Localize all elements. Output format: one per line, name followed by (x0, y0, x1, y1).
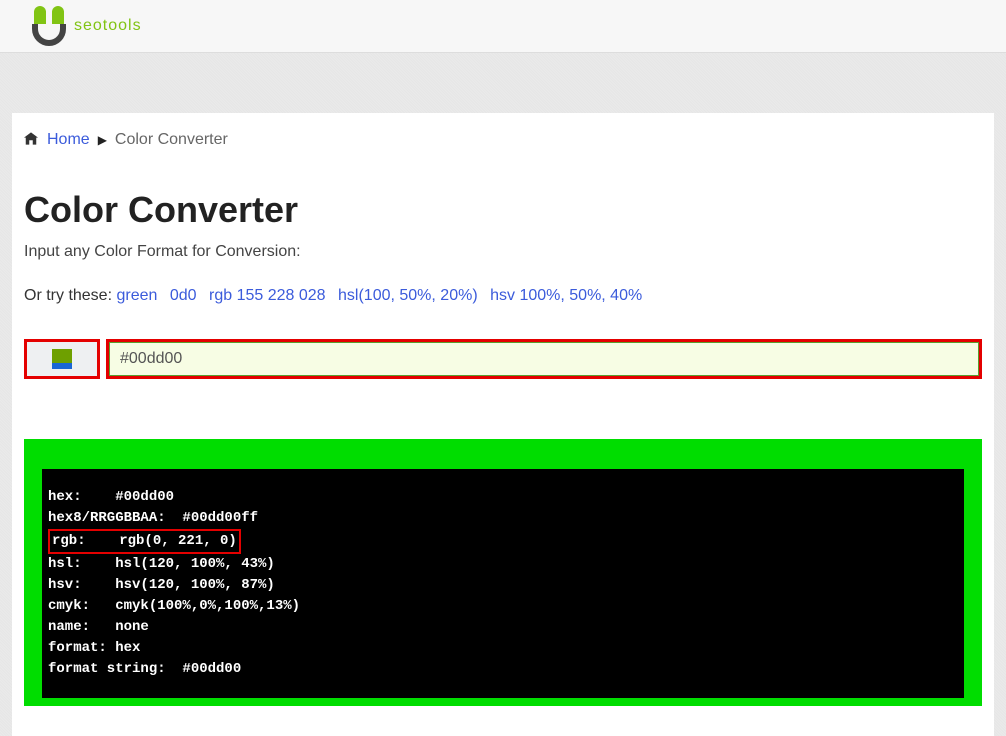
result-console: hex: #00dd00 hex8/RRGGBBAA: #00dd00ff rg… (42, 469, 964, 698)
page-title: Color Converter (24, 189, 982, 231)
result-hex: hex: #00dd00 (48, 489, 174, 505)
breadcrumb-home-link[interactable]: Home (47, 131, 90, 149)
result-hex8: hex8/RRGGBBAA: #00dd00ff (48, 510, 258, 526)
app-header: seotools (0, 0, 1006, 53)
swatch-preview-icon (52, 349, 72, 369)
logo[interactable]: seotools (30, 6, 142, 46)
result-hsl: hsl: hsl(120, 100%, 43%) (48, 556, 275, 572)
logo-icon (30, 6, 68, 46)
result-cmyk: cmyk: cmyk(100%,0%,100%,13%) (48, 598, 300, 614)
example-link[interactable]: hsl(100, 50%, 20%) (338, 287, 478, 304)
main-card: Home ▶ Color Converter Color Converter I… (12, 113, 994, 736)
breadcrumb-current: Color Converter (115, 131, 228, 149)
result-format-string: format string: #00dd00 (48, 661, 241, 677)
example-link[interactable]: green (116, 287, 157, 304)
result-panel: hex: #00dd00 hex8/RRGGBBAA: #00dd00ff rg… (24, 439, 982, 706)
result-name: name: none (48, 619, 149, 635)
page-subtitle: Input any Color Format for Conversion: (24, 243, 982, 261)
result-format: format: hex (48, 640, 140, 656)
color-input[interactable] (109, 342, 979, 376)
logo-text: seotools (74, 17, 142, 35)
example-link[interactable]: hsv 100%, 50%, 40% (490, 287, 642, 304)
color-picker-swatch[interactable] (24, 339, 100, 379)
result-rgb: rgb: rgb(0, 221, 0) (48, 529, 241, 554)
example-link[interactable]: rgb 155 228 028 (209, 287, 326, 304)
breadcrumb: Home ▶ Color Converter (24, 131, 982, 149)
example-link[interactable]: 0d0 (170, 287, 197, 304)
examples-row: Or try these: green 0d0 rgb 155 228 028 … (24, 287, 982, 305)
result-hsv: hsv: hsv(120, 100%, 87%) (48, 577, 275, 593)
home-icon (24, 132, 38, 149)
examples-label: Or try these: (24, 287, 112, 304)
color-input-wrapper (106, 339, 982, 379)
input-row (24, 339, 982, 379)
breadcrumb-separator-icon: ▶ (98, 133, 107, 147)
